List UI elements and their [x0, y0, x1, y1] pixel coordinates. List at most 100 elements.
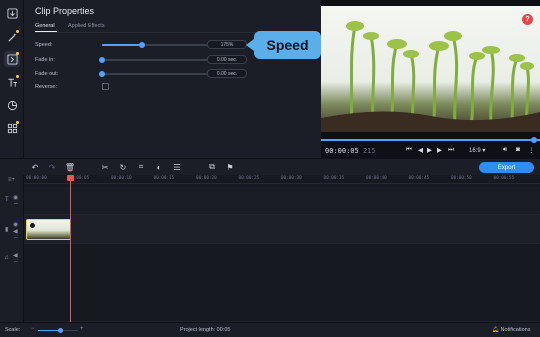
video-clip[interactable] — [26, 219, 71, 240]
video-track[interactable] — [24, 215, 540, 244]
audio-track[interactable] — [24, 244, 540, 322]
track-headers: ≡+ T ◉ ⇔ ▮ ◉ ◀ ⇔ ♫ ◀ ⇔ — [0, 175, 24, 322]
more-tools-button[interactable] — [4, 120, 20, 136]
speed-slider[interactable] — [102, 42, 222, 48]
titles-icon — [7, 78, 17, 87]
timecode-frames: 215 — [362, 147, 376, 155]
mute-icon[interactable]: ◀ — [13, 228, 18, 235]
filters-button[interactable] — [4, 29, 20, 45]
step-back-icon[interactable]: ◀ — [418, 146, 423, 154]
delete-icon[interactable]: 🗑︎ — [65, 162, 75, 172]
zoom-out-icon[interactable]: − — [31, 326, 35, 332]
import-icon — [6, 7, 18, 19]
preview-progress-bar[interactable] — [321, 139, 540, 141]
preview-panel: ? 00:00:05 215 ⏮ ◀ ▶ ▶ ⏭ 16:9 ▾ 🔊︎ ◙ ⋮ — [321, 0, 540, 158]
speed-slider-knob[interactable] — [138, 42, 145, 48]
crop-icon[interactable]: ⌗ — [136, 162, 146, 172]
timecode-main: 00:00:05 — [325, 147, 359, 155]
speed-slider-fill — [102, 44, 142, 46]
notifications-button[interactable]: 🔔︎ Notifications — [492, 327, 530, 333]
tab-applied-effects[interactable]: Applied Effects — [68, 23, 105, 29]
music-track-icon: ♫ — [4, 255, 9, 261]
fade-out-slider-knob[interactable] — [99, 71, 105, 77]
link-icon[interactable]: ⇔ — [13, 201, 19, 207]
speed-label: Speed: — [35, 42, 53, 48]
redo-icon[interactable]: ↷ — [47, 162, 57, 172]
video-track-icon: ▮ — [5, 227, 9, 233]
speed-value[interactable]: 175% — [207, 40, 247, 49]
stickers-button[interactable] — [4, 97, 20, 113]
fade-out-label: Fade out: — [35, 71, 59, 77]
scale-slider-fill — [38, 330, 60, 331]
step-forward-icon[interactable]: ▶ — [437, 146, 442, 154]
ruler-tick-label: 00:00:20 — [196, 176, 217, 181]
panel-title: Clip Properties — [35, 6, 95, 16]
sprouts-image — [321, 21, 540, 132]
import-button[interactable] — [4, 5, 20, 21]
tool-rail — [0, 0, 24, 158]
skip-forward-icon[interactable]: ⏭ — [448, 146, 454, 154]
ruler-tick-label: 00:00:15 — [153, 176, 175, 181]
ruler-tick-label: 00:00:00 — [26, 176, 47, 181]
playhead-handle[interactable] — [67, 175, 74, 181]
transitions-button[interactable] — [4, 51, 20, 67]
play-icon[interactable]: ▶ — [427, 146, 432, 154]
clip-properties-icon[interactable]: ☰ — [172, 162, 182, 172]
fade-out-slider[interactable] — [99, 71, 222, 77]
video-frame: ? — [321, 6, 540, 132]
color-adjust-icon[interactable]: ◐ — [154, 162, 164, 172]
fade-in-slider[interactable] — [99, 57, 222, 63]
link-icon[interactable]: ⇔ — [13, 235, 19, 241]
marker-icon[interactable]: ⚑ — [225, 162, 235, 172]
tab-general[interactable]: General — [35, 23, 55, 29]
camera-icon[interactable]: ◙ — [516, 146, 520, 153]
export-button[interactable]: Export — [479, 162, 534, 173]
fade-in-slider-knob[interactable] — [99, 57, 105, 63]
more-icon[interactable]: ⋮ — [528, 146, 535, 154]
cut-icon[interactable]: ✂ — [100, 162, 110, 172]
skip-back-icon[interactable]: ⏮ — [406, 146, 412, 154]
project-length: Project length: 00:05 — [180, 327, 231, 333]
rotate-icon[interactable]: ↻ — [118, 162, 128, 172]
add-track-icon[interactable]: ≡+ — [8, 177, 15, 183]
new-dot — [16, 75, 19, 78]
volume-icon[interactable]: 🔊︎ — [503, 146, 507, 154]
visibility-icon[interactable]: ◉ — [13, 221, 18, 228]
timeline: ≡+ T ◉ ⇔ ▮ ◉ ◀ ⇔ ♫ ◀ ⇔ 00:00:00 00:00:05 0… — [0, 175, 540, 322]
ruler-tick-label: 00:00:30 — [281, 176, 302, 181]
timeline-ruler[interactable]: 00:00:00 00:00:05 00:00:10 00:00:15 00:00:20… — [24, 175, 540, 184]
new-dot — [16, 52, 19, 55]
more-tools-icon — [7, 123, 17, 133]
aspect-ratio-select[interactable]: 16:9 ▾ — [469, 147, 485, 154]
playhead[interactable] — [70, 175, 71, 322]
callout-arrow — [246, 39, 254, 51]
speed-callout: Speed — [254, 31, 321, 59]
help-button[interactable]: ? — [522, 14, 533, 25]
split-screen-icon[interactable]: ⧉ — [207, 162, 217, 172]
ruler-tick-label: 00:00:45 — [408, 176, 430, 181]
fade-in-value[interactable]: 0.00 sec. — [207, 55, 247, 64]
visibility-icon[interactable]: ◉ — [13, 194, 18, 201]
active-tab-indicator — [35, 31, 57, 32]
title-track[interactable] — [24, 187, 540, 215]
undo-icon[interactable]: ↶ — [30, 162, 40, 172]
text-track-icon: T — [5, 197, 9, 203]
preview-progress-knob[interactable] — [531, 137, 537, 143]
ruler-tick-label: 00:00:40 — [366, 176, 387, 181]
transition-icon — [6, 53, 18, 65]
magic-wand-icon — [7, 32, 16, 42]
scale-slider-knob[interactable] — [58, 328, 63, 333]
new-dot — [16, 30, 19, 33]
ruler-tick-label: 00:00:55 — [493, 176, 515, 181]
reverse-checkbox[interactable] — [102, 83, 109, 90]
link-icon[interactable]: ⇔ — [13, 259, 19, 265]
fade-out-value[interactable]: 0.00 sec. — [207, 69, 247, 78]
bell-icon: 🔔︎ — [492, 327, 499, 333]
scale-slider[interactable] — [38, 328, 78, 333]
reverse-label: Reverse: — [35, 84, 58, 90]
fade-in-label: Fade in: — [35, 57, 55, 63]
zoom-in-icon[interactable]: + — [80, 326, 84, 332]
titles-button[interactable] — [4, 74, 20, 90]
scale-label: Scale: — [5, 327, 21, 333]
mute-icon[interactable]: ◀ — [13, 252, 18, 259]
